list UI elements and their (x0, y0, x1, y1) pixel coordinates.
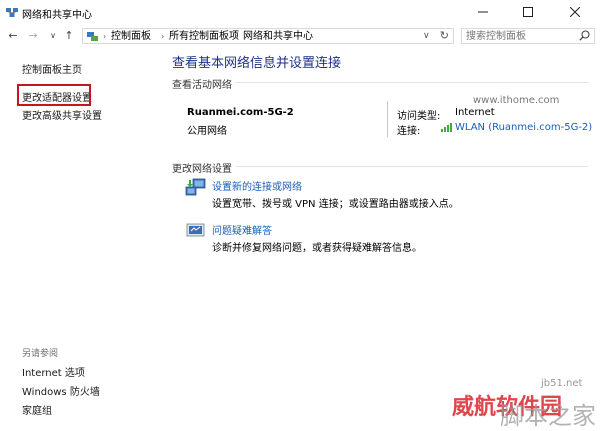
breadcrumb-item[interactable]: 所有控制面板项 (169, 30, 239, 43)
network-name: Ruanmei.com-5G-2 (187, 107, 294, 118)
maximize-button[interactable] (505, 0, 550, 26)
watermark-big: 脚本之家 (500, 402, 596, 430)
breadcrumb-separator: › (235, 32, 239, 41)
chevron-down-icon[interactable]: ∨ (423, 29, 430, 43)
network-type[interactable]: 公用网络 (187, 122, 227, 137)
search-icon[interactable] (579, 30, 590, 41)
breadcrumb-item[interactable]: 网络和共享中心 (243, 30, 313, 43)
search-input[interactable] (466, 30, 572, 42)
address-bar: ← → ∨ ↑ › 控制面板 › 所有控制面板项 › 网络和共享中心 ∨ ↻ (0, 26, 600, 46)
network-divider (387, 101, 388, 137)
watermark-site: www.ithome.com (473, 95, 560, 106)
minimize-button[interactable] (460, 0, 505, 26)
change-settings-heading: 更改网络设置 (172, 164, 232, 175)
up-button[interactable]: ↑ (62, 28, 76, 44)
active-networks-heading: 查看活动网络 (172, 80, 232, 91)
watermark-jb51: jb51.net (541, 378, 583, 389)
highlight-box (17, 84, 91, 106)
section-divider (236, 166, 588, 167)
breadcrumb-separator: › (161, 32, 165, 41)
forward-button[interactable]: → (26, 28, 40, 44)
see-also-internet-options[interactable]: Internet 选项 (22, 364, 85, 379)
sidebar-item-control-panel-home[interactable]: 控制面板主页 (22, 61, 82, 76)
search-box[interactable] (461, 28, 595, 44)
troubleshoot-description: 诊断并修复网络问题，或者获得疑难解答信息。 (212, 243, 422, 254)
minimize-icon (477, 11, 488, 13)
back-button[interactable]: ← (6, 28, 20, 44)
breadcrumb-item[interactable]: 控制面板 (111, 30, 151, 43)
page-title: 查看基本网络信息并设置连接 (172, 56, 342, 71)
troubleshoot-icon (186, 223, 206, 242)
see-also-homegroup[interactable]: 家庭组 (22, 402, 52, 417)
access-type-label: 访问类型: (397, 111, 441, 122)
breadcrumb-separator: › (103, 32, 107, 41)
setup-new-connection-link[interactable]: 设置新的连接或网络 (212, 178, 302, 193)
network-setup-icon (185, 178, 207, 201)
control-panel-icon (87, 31, 98, 42)
network-center-icon (6, 6, 18, 18)
breadcrumb[interactable]: › 控制面板 › 所有控制面板项 › 网络和共享中心 ∨ ↻ (82, 28, 454, 44)
wifi-signal-icon (441, 122, 452, 135)
window-title: 网络和共享中心 (22, 10, 92, 21)
setup-new-connection-description: 设置宽带、拨号或 VPN 连接；或设置路由器或接入点。 (212, 199, 459, 210)
refresh-icon[interactable]: ↻ (440, 29, 449, 43)
connection-label: 连接: (397, 126, 421, 137)
recent-locations-button[interactable]: ∨ (46, 28, 60, 44)
see-also-heading: 另请参阅 (22, 349, 59, 359)
title-bar: 网络和共享中心 (0, 0, 600, 26)
sidebar-item-advanced-sharing[interactable]: 更改高级共享设置 (22, 107, 102, 122)
access-type-value: Internet (455, 107, 495, 118)
close-icon (569, 6, 580, 18)
see-also-windows-firewall[interactable]: Windows 防火墙 (22, 383, 100, 398)
section-divider (236, 82, 588, 83)
connection-link[interactable]: WLAN (Ruanmei.com-5G-2) (455, 122, 592, 133)
troubleshoot-link[interactable]: 问题疑难解答 (212, 222, 272, 237)
close-button[interactable] (552, 0, 597, 26)
maximize-icon (522, 7, 533, 17)
